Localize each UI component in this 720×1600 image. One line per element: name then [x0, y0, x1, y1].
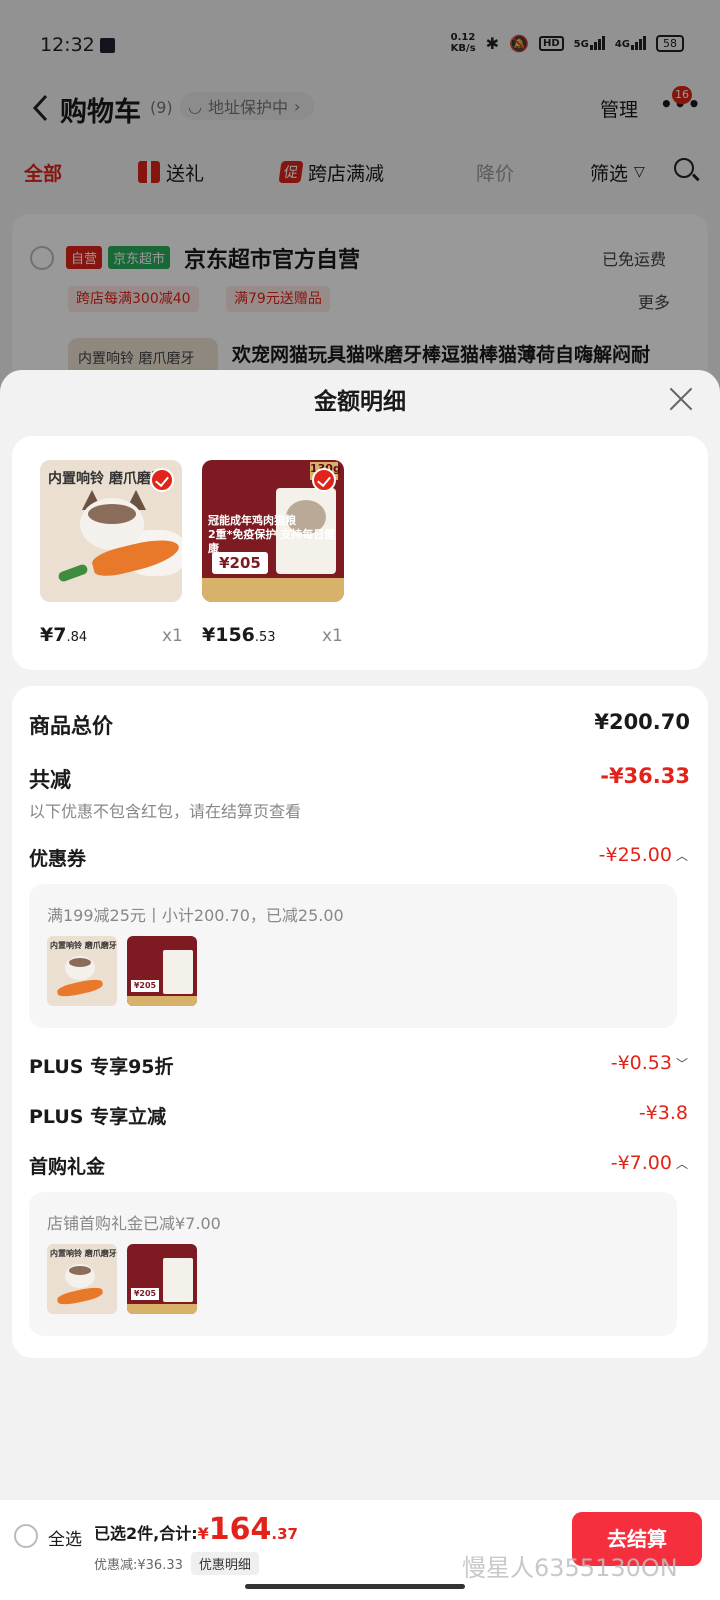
- total-price-value: ¥200.70: [594, 710, 690, 734]
- mini-carrot-shape: [56, 1285, 104, 1307]
- discount-summary: 优惠减:¥36.33 优惠明细: [94, 1552, 259, 1575]
- item-quantity: x1: [162, 626, 183, 646]
- item-price-dec: .84: [66, 630, 88, 645]
- item-price-int: ¥7: [40, 624, 67, 646]
- first-gift-label: 首购礼金: [29, 1156, 106, 1178]
- mini-cat-mask-shape: [69, 1266, 91, 1275]
- dim-overlay[interactable]: [0, 0, 720, 400]
- mini-bag-shape: [163, 950, 193, 994]
- select-all-radio[interactable]: [14, 1524, 38, 1548]
- amount-detail-sheet: 金额明细 内置响铃 磨爪磨牙 130g 冠能成年鸡肉猫粮 2重*免疫保护 支持每…: [0, 370, 720, 1500]
- first-gift-value: -¥7.00: [610, 1152, 672, 1174]
- reduction-hint: 以下优惠不包含红包，请在结算页查看: [29, 802, 302, 821]
- home-indicator[interactable]: [245, 1584, 465, 1589]
- discount-detail-button[interactable]: 优惠明细: [190, 1552, 259, 1575]
- first-gift-detail-panel: 店铺首购礼金已减¥7.00 内置响铃 磨爪磨牙 ¥205: [29, 1192, 677, 1336]
- carrot-leaf-shape: [57, 563, 89, 583]
- first-gift-item-thumbnail: ¥205: [127, 1244, 197, 1314]
- checkout-bar: 全选 已选2件,合计: ¥ 164 .37 优惠减:¥36.33 优惠明细 去结…: [0, 1500, 720, 1600]
- item-quantity: x1: [322, 626, 343, 646]
- coupon-detail-text: 满199减25元丨小计200.70，已减25.00: [47, 906, 344, 925]
- plus-instant-row: -¥3.8: [639, 1102, 688, 1124]
- total-currency: ¥: [197, 1524, 209, 1543]
- coupon-item-thumbnail: 内置响铃 磨爪磨牙: [47, 936, 117, 1006]
- total-price-label: 商品总价: [29, 714, 113, 738]
- chevron-up-icon: ︿: [675, 1156, 688, 1171]
- mini-bag-bar-shape: [127, 996, 197, 1006]
- item-thumbnail-cat-toy[interactable]: 内置响铃 磨爪磨牙: [40, 460, 182, 602]
- item-price: ¥156.53: [202, 624, 276, 646]
- reduction-label: 共减: [29, 768, 71, 792]
- mini-thumb-text: 内置响铃 磨爪磨牙: [50, 941, 117, 950]
- mini-bag-price: ¥205: [131, 1288, 159, 1300]
- plus-95-label: PLUS 专享95折: [29, 1056, 174, 1078]
- item-price-int: ¥156: [202, 624, 255, 646]
- reduction-value: -¥36.33: [600, 764, 690, 788]
- coupon-item-thumbnail: ¥205: [127, 936, 197, 1006]
- mini-cat-mask-shape: [69, 958, 91, 967]
- bag-slogan: 2重*免疫保护 支持每日健康: [208, 528, 336, 555]
- selected-items-card: 内置响铃 磨爪磨牙 130g 冠能成年鸡肉猫粮 2重*免疫保护 支持每日健康 ¥…: [12, 436, 708, 670]
- coupon-row-toggle[interactable]: -¥25.00 ︿: [599, 844, 688, 866]
- discount-text: 优惠减:¥36.33: [94, 1558, 183, 1573]
- coupon-label: 优惠券: [29, 848, 87, 870]
- plus-instant-label: PLUS 专享立减: [29, 1106, 167, 1128]
- price-breakdown-card: 商品总价 ¥200.70 共减 -¥36.33 以下优惠不包含红包，请在结算页查…: [12, 686, 708, 1358]
- total-amount-dec: .37: [271, 1525, 298, 1543]
- mini-bag-price: ¥205: [131, 980, 159, 992]
- total-summary: 已选2件,合计: ¥ 164 .37: [94, 1512, 298, 1547]
- bag-price: ¥205: [212, 552, 268, 574]
- mini-bag-shape: [163, 1258, 193, 1302]
- mini-carrot-shape: [56, 977, 104, 999]
- cat-mask-shape: [88, 504, 136, 524]
- watermark: 慢星人6355130ON: [462, 1554, 678, 1582]
- first-gift-detail-text: 店铺首购礼金已减¥7.00: [47, 1214, 221, 1233]
- first-gift-item-thumbnail: 内置响铃 磨爪磨牙: [47, 1244, 117, 1314]
- bag-bar-shape: [202, 578, 344, 602]
- plus-95-value: -¥0.53: [610, 1052, 672, 1074]
- total-amount-int: 164: [208, 1512, 272, 1547]
- checked-icon: [150, 468, 174, 492]
- bag-headline: 冠能成年鸡肉猫粮 2重*免疫保护 支持每日健康: [208, 514, 344, 556]
- plus-95-row-toggle[interactable]: -¥0.53 ﹀: [611, 1052, 688, 1074]
- bag-product-name: 冠能成年鸡肉猫粮: [208, 514, 296, 527]
- item-price: ¥7.84: [40, 624, 87, 646]
- select-all-label[interactable]: 全选: [48, 1525, 82, 1550]
- chevron-down-icon: ﹀: [675, 1056, 688, 1071]
- chevron-up-icon: ︿: [675, 848, 688, 863]
- item-thumbnail-cat-food[interactable]: 130g 冠能成年鸡肉猫粮 2重*免疫保护 支持每日健康 ¥205: [202, 460, 344, 602]
- item-image-text: 内置响铃 磨爪磨牙: [48, 471, 165, 487]
- plus-instant-value: -¥3.8: [638, 1102, 688, 1124]
- item-price-dec: .53: [254, 630, 276, 645]
- checked-icon: [312, 468, 336, 492]
- sheet-title: 金额明细: [314, 389, 406, 415]
- mini-bag-bar-shape: [127, 1304, 197, 1314]
- close-icon[interactable]: [668, 386, 694, 412]
- mini-thumb-text: 内置响铃 磨爪磨牙: [50, 1249, 117, 1258]
- coupon-detail-panel: 满199减25元丨小计200.70，已减25.00 内置响铃 磨爪磨牙 ¥205: [29, 884, 677, 1028]
- summary-prefix: 已选2件,合计:: [94, 1524, 198, 1543]
- coupon-value: -¥25.00: [598, 844, 672, 866]
- first-gift-row-toggle[interactable]: -¥7.00 ︿: [611, 1152, 688, 1174]
